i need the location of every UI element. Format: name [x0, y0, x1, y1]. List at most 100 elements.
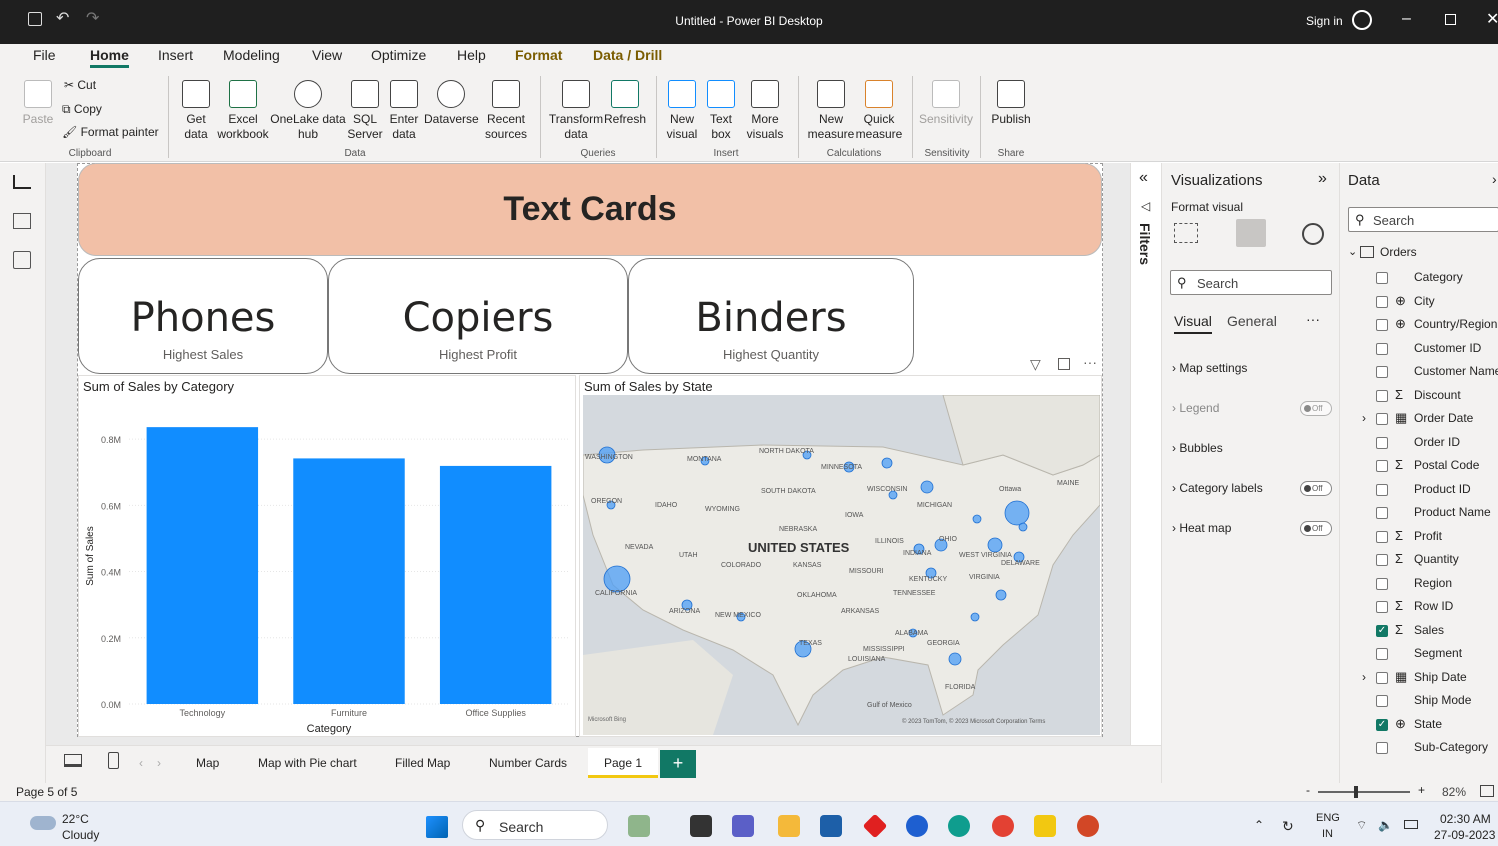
section-heat-map[interactable]: › Heat map: [1172, 521, 1231, 535]
menu-file[interactable]: File: [33, 47, 56, 63]
copilot-icon[interactable]: ↻: [1282, 818, 1294, 835]
tab-general[interactable]: General: [1227, 313, 1277, 329]
heat-map-toggle[interactable]: Off: [1300, 521, 1332, 536]
field-checkbox[interactable]: [1376, 671, 1388, 684]
card-highest-quantity[interactable]: Binders Highest Quantity: [628, 258, 914, 374]
field-item[interactable]: Customer ID: [1414, 341, 1481, 355]
volume-icon[interactable]: 🔈: [1378, 818, 1393, 832]
store-icon[interactable]: [820, 815, 842, 837]
card-highest-sales[interactable]: Phones Highest Sales: [78, 258, 328, 374]
field-item[interactable]: Quantity: [1414, 552, 1459, 566]
tab-visual[interactable]: Visual: [1174, 313, 1212, 334]
field-item[interactable]: State: [1414, 717, 1442, 731]
copy-button[interactable]: ⧉ Copy: [62, 102, 102, 117]
expand-left-icon[interactable]: «: [1139, 169, 1148, 187]
zoom-slider[interactable]: [1318, 791, 1410, 793]
table-expand-icon[interactable]: ⌄: [1348, 245, 1357, 258]
section-category-labels[interactable]: › Category labels: [1172, 481, 1263, 495]
file-explorer-icon[interactable]: [778, 815, 800, 837]
build-visual-icon[interactable]: [1174, 223, 1198, 243]
map-bubble[interactable]: [970, 612, 980, 622]
app-red-diamond-icon[interactable]: [862, 813, 888, 839]
refresh-button[interactable]: Refresh: [602, 80, 648, 127]
taskbar-search[interactable]: ⚲ Search: [462, 810, 608, 840]
field-checkbox[interactable]: [1376, 483, 1388, 496]
field-item[interactable]: Order Date: [1414, 411, 1473, 425]
map-bubble[interactable]: [995, 589, 1007, 601]
mobile-layout-icon[interactable]: [108, 752, 119, 769]
transform-data-button[interactable]: Transform data: [548, 80, 604, 142]
menu-insert[interactable]: Insert: [158, 47, 193, 63]
tab-filled-map[interactable]: Filled Map: [395, 756, 450, 770]
field-item[interactable]: Discount: [1414, 388, 1461, 402]
powerpoint-icon[interactable]: [1077, 815, 1099, 837]
field-checkbox[interactable]: [1376, 389, 1388, 402]
power-bi-icon[interactable]: [1034, 815, 1056, 837]
field-checkbox[interactable]: [1376, 295, 1388, 308]
clock-time[interactable]: 02:30 AM: [1440, 812, 1491, 826]
start-icon[interactable]: [426, 816, 448, 838]
banner-text-box[interactable]: Text Cards: [78, 163, 1102, 256]
field-item[interactable]: Sales: [1414, 623, 1444, 637]
card-highest-profit[interactable]: Copiers Highest Profit: [328, 258, 628, 374]
paste-button[interactable]: Paste: [22, 80, 54, 127]
expand-icon[interactable]: ›: [1362, 670, 1366, 684]
field-item[interactable]: Ship Mode: [1414, 693, 1471, 707]
filters-pane-collapsed[interactable]: « ◁ Filters: [1130, 163, 1160, 745]
account-icon[interactable]: [1352, 10, 1372, 30]
zoom-slider-thumb[interactable]: [1354, 786, 1358, 798]
dataverse-button[interactable]: Dataverse: [424, 80, 479, 127]
field-checkbox[interactable]: [1376, 460, 1388, 472]
field-checkbox[interactable]: ✓: [1376, 624, 1388, 637]
table-view-icon[interactable]: [13, 213, 31, 229]
field-item[interactable]: Country/Region: [1414, 317, 1497, 331]
filter-icon[interactable]: ▽: [1030, 356, 1041, 373]
zoom-out-button[interactable]: -: [1306, 783, 1310, 797]
section-legend[interactable]: › Legend: [1172, 401, 1219, 415]
section-bubbles[interactable]: › Bubbles: [1172, 441, 1223, 455]
tab-page-1[interactable]: Page 1: [588, 748, 659, 778]
section-map-settings[interactable]: › Map settings: [1172, 361, 1247, 375]
field-item[interactable]: Customer Name: [1414, 364, 1498, 378]
menu-modeling[interactable]: Modeling: [223, 47, 280, 63]
field-checkbox[interactable]: [1376, 413, 1388, 425]
field-checkbox[interactable]: [1376, 742, 1388, 754]
weather-condition[interactable]: Cloudy: [62, 828, 99, 842]
visual-search-input[interactable]: ⚲ Search: [1170, 270, 1332, 295]
battery-icon[interactable]: [1404, 820, 1418, 829]
weather-temp[interactable]: 22°C: [62, 812, 89, 826]
bar[interactable]: [439, 465, 552, 704]
field-item[interactable]: Sub-Category: [1414, 740, 1488, 754]
field-checkbox[interactable]: ✓: [1376, 718, 1388, 731]
clock-date[interactable]: 27-09-2023: [1434, 828, 1495, 842]
teams-icon[interactable]: [732, 815, 754, 837]
field-item[interactable]: Category: [1414, 270, 1463, 284]
field-item[interactable]: Ship Date: [1414, 670, 1467, 684]
close-icon[interactable]: ✕: [1486, 9, 1498, 29]
scroll-right-icon[interactable]: ›: [157, 756, 161, 770]
menu-format[interactable]: Format: [515, 47, 562, 63]
field-item[interactable]: Product Name: [1414, 505, 1491, 519]
minimize-icon[interactable]: –: [1402, 10, 1411, 28]
format-painter-button[interactable]: 🖌 Format painter: [62, 125, 159, 140]
text-box-button[interactable]: Text box: [704, 80, 738, 142]
menu-optimize[interactable]: Optimize: [371, 47, 426, 63]
focus-mode-icon[interactable]: [1058, 358, 1070, 370]
bar[interactable]: [293, 458, 405, 704]
report-view-icon[interactable]: [13, 175, 31, 189]
field-item[interactable]: City: [1414, 294, 1435, 308]
map-bubble[interactable]: [1018, 522, 1028, 532]
field-item[interactable]: Profit: [1414, 529, 1442, 543]
map-bubble[interactable]: [920, 480, 934, 494]
field-checkbox[interactable]: [1376, 695, 1388, 707]
bar-chart-visual[interactable]: Sum of Sales by Category 0.0M 0.2M 0.4M 0.6…: [78, 375, 576, 737]
bar[interactable]: [146, 427, 259, 704]
category-labels-toggle[interactable]: Off: [1300, 481, 1332, 496]
field-item[interactable]: Row ID: [1414, 599, 1453, 613]
map-bubble[interactable]: [1004, 500, 1030, 526]
language-indicator[interactable]: ENG: [1316, 812, 1340, 824]
field-checkbox[interactable]: [1376, 507, 1388, 519]
menu-help[interactable]: Help: [457, 47, 486, 63]
collapse-data-icon[interactable]: ›: [1492, 171, 1497, 187]
field-checkbox[interactable]: [1376, 272, 1388, 284]
